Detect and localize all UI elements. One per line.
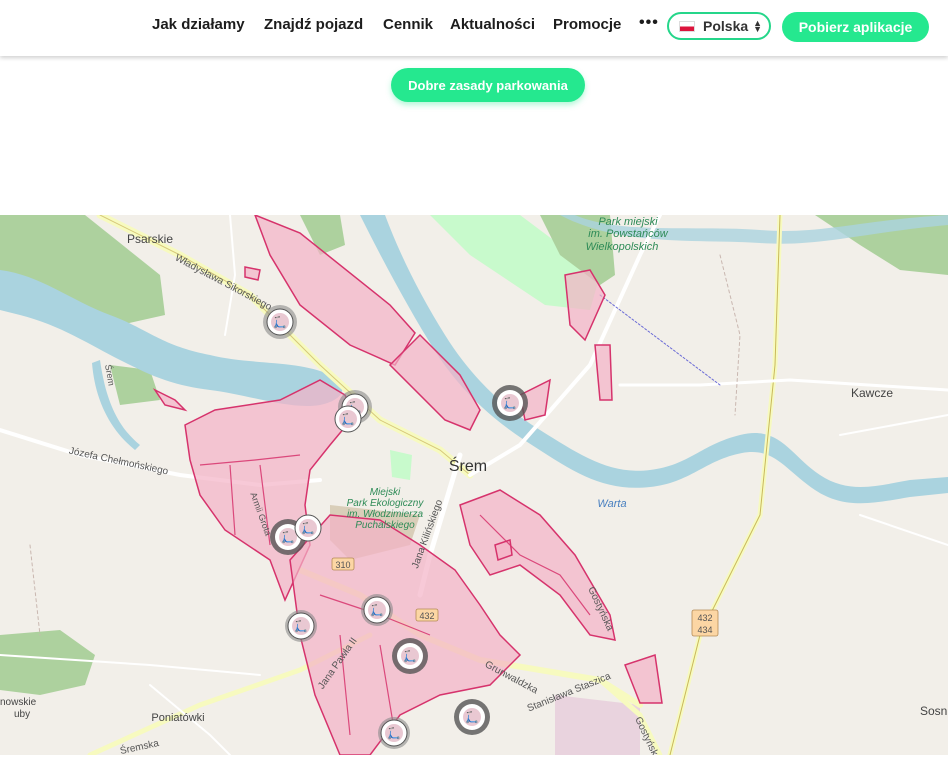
service-zone	[244, 266, 261, 281]
top-navigation-bar: Jak działamy Znajdź pojazd Cennik Aktual…	[0, 0, 948, 56]
scooter-marker[interactable]: 🛴	[285, 610, 317, 642]
nav-find-vehicle[interactable]: Znajdź pojazd	[264, 16, 363, 33]
nav-news[interactable]: Aktualności	[450, 16, 535, 33]
service-area-map[interactable]: 🛴 🛴 🛴 🛴 🛴 🛴 🛴 🛴 🛴 🛴 🛴 310 432 432 434 Ps…	[0, 215, 948, 755]
place-label: Sosn	[920, 704, 947, 718]
svg-text:🛴: 🛴	[465, 711, 479, 724]
place-label: Psarskie	[127, 232, 173, 246]
svg-text:🛴: 🛴	[281, 531, 295, 544]
park-area	[390, 450, 412, 480]
forest-area	[0, 630, 95, 695]
scooter-marker[interactable]: 🛴	[392, 638, 428, 674]
svg-text:🛴: 🛴	[301, 522, 315, 535]
svg-text:🛴: 🛴	[503, 397, 517, 410]
nav-pricing[interactable]: Cennik	[383, 16, 433, 33]
scooter-marker[interactable]: 🛴	[361, 594, 393, 626]
park-label: Puchalskiego	[355, 520, 415, 531]
poland-flag-icon	[679, 20, 695, 32]
place-label: uby	[14, 709, 30, 720]
street-label: Władysława Sikorskiego	[173, 253, 274, 314]
river-label: Warta	[597, 498, 626, 510]
svg-text:🛴: 🛴	[294, 620, 308, 633]
scooter-marker[interactable]: 🛴	[378, 717, 410, 749]
svg-text:🛴: 🛴	[370, 604, 384, 617]
svg-text:🛴: 🛴	[341, 413, 355, 426]
svg-text:🛴: 🛴	[387, 727, 401, 740]
park-label: Park Ekologiczny	[347, 498, 425, 509]
scooter-marker[interactable]: 🛴	[334, 405, 362, 433]
nav-how-we-work[interactable]: Jak działamy	[152, 16, 245, 33]
place-label: Poniatówki	[151, 712, 204, 724]
scooter-marker[interactable]: 🛴	[492, 385, 528, 421]
svg-text:🛴: 🛴	[403, 650, 417, 663]
street-label: Józefa Chełmońskiego	[68, 446, 170, 478]
park-label: im. Powstańców	[588, 228, 669, 240]
svg-text:🛴: 🛴	[273, 316, 287, 329]
scooter-marker[interactable]: 🛴	[454, 699, 490, 735]
select-arrows-icon: ▲ ▼	[753, 18, 763, 34]
city-label: Śrem	[449, 456, 487, 475]
service-zone	[594, 344, 613, 401]
park-label: im. Włodzimierza	[347, 509, 424, 520]
more-menu-button[interactable]: •••	[639, 14, 659, 32]
country-select-label: Polska	[703, 18, 749, 34]
place-label: nowskie	[0, 697, 37, 708]
parking-rules-button[interactable]: Dobre zasady parkowania	[391, 68, 585, 102]
park-label: Park miejski	[598, 216, 658, 228]
road-number: 432	[697, 613, 712, 623]
nav-promotions[interactable]: Promocje	[553, 16, 621, 33]
place-label: Kawcze	[851, 386, 893, 400]
map-canvas[interactable]: 🛴 🛴 🛴 🛴 🛴 🛴 🛴 🛴 🛴 🛴 🛴 310 432 432 434 Ps…	[0, 215, 948, 755]
download-app-button[interactable]: Pobierz aplikacje	[782, 12, 929, 42]
road-number: 310	[335, 560, 350, 570]
scooter-marker[interactable]: 🛴	[294, 514, 322, 542]
park-label: Wielkopolskich	[586, 241, 659, 253]
country-select[interactable]: Polska ▲ ▼	[667, 12, 771, 40]
road-number: 434	[697, 625, 712, 635]
road-number: 432	[419, 611, 434, 621]
park-label: Miejski	[370, 487, 401, 498]
